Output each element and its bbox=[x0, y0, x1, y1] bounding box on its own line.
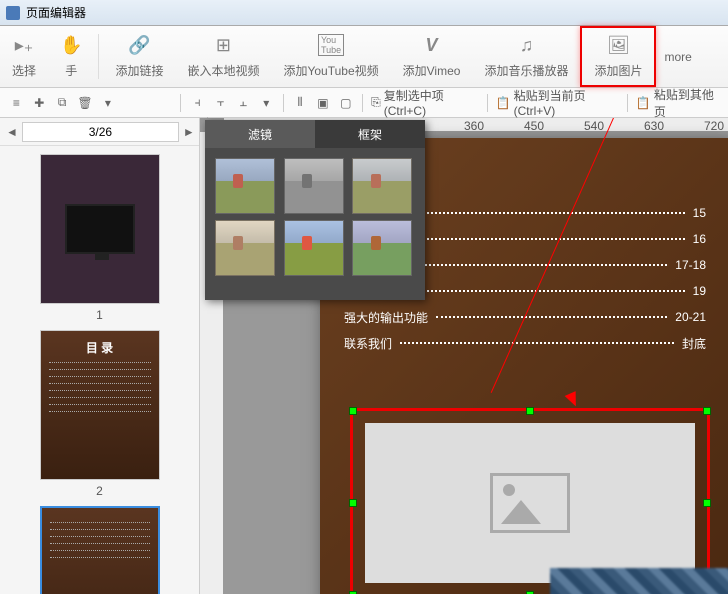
youtube-icon: YouTube bbox=[318, 34, 344, 56]
main-toolbar: ▸₊ 选择 ✋ 手 🔗 添加链接 ⊞ 嵌入本地视频 YouTube 添加YouT… bbox=[0, 26, 728, 88]
paste-current-button[interactable]: 📋粘贴到当前页(Ctrl+V) bbox=[496, 87, 619, 118]
align-left-icon[interactable]: ⫞ bbox=[189, 94, 206, 112]
align-drop-icon[interactable]: ▾ bbox=[258, 94, 275, 112]
filter-preset-5[interactable] bbox=[284, 220, 344, 276]
add-youtube-button[interactable]: YouTube 添加YouTube视频 bbox=[271, 26, 390, 87]
placeholder-image-icon bbox=[490, 473, 570, 533]
add-music-button[interactable]: ♫ 添加音乐播放器 bbox=[472, 26, 580, 87]
film-icon: ⊞ bbox=[216, 34, 231, 56]
resize-handle-n[interactable] bbox=[526, 407, 534, 415]
obscured-region bbox=[550, 568, 728, 594]
distribute-icon[interactable]: ⦀ bbox=[292, 94, 309, 112]
title-bar: 页面编辑器 bbox=[0, 0, 728, 26]
thumb-number: 1 bbox=[40, 308, 160, 322]
thumb-number: 2 bbox=[40, 484, 160, 498]
paste-icon: 📋 bbox=[496, 96, 511, 110]
prev-page-icon[interactable]: ◄ bbox=[6, 123, 18, 141]
embed-local-video-button[interactable]: ⊞ 嵌入本地视频 bbox=[175, 26, 271, 87]
add-vimeo-button[interactable]: V 添加Vimeo bbox=[391, 26, 473, 87]
window-title: 页面编辑器 bbox=[26, 4, 86, 21]
resize-handle-nw[interactable] bbox=[349, 407, 357, 415]
select-tool[interactable]: ▸₊ 选择 bbox=[0, 26, 48, 87]
link-icon: 🔗 bbox=[128, 34, 150, 56]
filter-panel: 滤镜 框架 bbox=[205, 120, 425, 300]
filter-preset-4[interactable] bbox=[215, 220, 275, 276]
dropdown-icon[interactable]: ▾ bbox=[99, 94, 116, 112]
app-icon bbox=[6, 6, 20, 20]
sub-toolbar: ≡ ✚ ⧉ 🗑 ▾ ⫞ ⫟ ⫠ ▾ ⦀ ▣ ▢ ⎘复制选中项(Ctrl+C) 📋… bbox=[0, 88, 728, 118]
hand-icon: ✋ bbox=[60, 34, 82, 56]
list-icon[interactable]: ≡ bbox=[8, 94, 25, 112]
delete-icon[interactable]: 🗑 bbox=[77, 94, 94, 112]
copy-selection-button[interactable]: ⎘复制选中项(Ctrl+C) bbox=[371, 87, 479, 118]
left-panel: ◄ ► 打开 1 目 录 2 bbox=[0, 118, 200, 594]
page-thumb-1[interactable] bbox=[40, 154, 160, 304]
image-icon: 🖼 bbox=[607, 34, 630, 56]
layer-back-icon[interactable]: ▢ bbox=[337, 94, 354, 112]
filter-preset-6[interactable] bbox=[352, 220, 412, 276]
tab-filter[interactable]: 滤镜 bbox=[205, 120, 315, 148]
image-placeholder-selected[interactable] bbox=[350, 408, 710, 594]
page-input[interactable] bbox=[22, 122, 179, 142]
add-icon[interactable]: ✚ bbox=[31, 94, 48, 112]
toc-row: 联系我们封底 bbox=[320, 330, 728, 356]
layer-front-icon[interactable]: ▣ bbox=[314, 94, 331, 112]
align-right-icon[interactable]: ⫠ bbox=[235, 94, 252, 112]
more-button[interactable]: more bbox=[656, 26, 699, 87]
resize-handle-ne[interactable] bbox=[703, 407, 711, 415]
annotation-arrow-head bbox=[565, 391, 582, 409]
resize-handle-w[interactable] bbox=[349, 499, 357, 507]
placeholder-bg bbox=[365, 423, 695, 583]
next-page-icon[interactable]: ► bbox=[183, 123, 195, 141]
cursor-icon: ▸₊ bbox=[15, 34, 34, 56]
copy-icon[interactable]: ⧉ bbox=[54, 94, 71, 112]
paste-icon: 📋 bbox=[636, 96, 651, 110]
align-center-icon[interactable]: ⫟ bbox=[212, 94, 229, 112]
hand-tool[interactable]: ✋ 手 bbox=[48, 26, 94, 87]
vimeo-icon: V bbox=[426, 34, 438, 56]
music-icon: ♫ bbox=[520, 34, 534, 56]
page-thumb-2[interactable]: 目 录 bbox=[40, 330, 160, 480]
paste-other-button[interactable]: 📋粘贴到其他页 bbox=[636, 86, 720, 120]
copy-doc-icon: ⎘ bbox=[371, 95, 381, 110]
filter-preset-3[interactable] bbox=[352, 158, 412, 214]
tab-frame[interactable]: 框架 bbox=[315, 120, 425, 148]
toc-row: 强大的输出功能20-21 bbox=[320, 304, 728, 330]
page-navigation: ◄ ► 打开 bbox=[0, 118, 199, 146]
page-thumb-3[interactable]: ▲ bbox=[40, 506, 160, 594]
add-link-button[interactable]: 🔗 添加链接 bbox=[103, 26, 175, 87]
filter-preset-2[interactable] bbox=[284, 158, 344, 214]
canvas[interactable]: 0 90 180 270 360 450 540 630 720 15 16 1… bbox=[200, 118, 728, 594]
resize-handle-e[interactable] bbox=[703, 499, 711, 507]
add-image-button[interactable]: 🖼 添加图片 bbox=[580, 26, 656, 87]
thumbnail-list: 1 目 录 2 ▲ bbox=[0, 146, 199, 594]
filter-preset-1[interactable] bbox=[215, 158, 275, 214]
